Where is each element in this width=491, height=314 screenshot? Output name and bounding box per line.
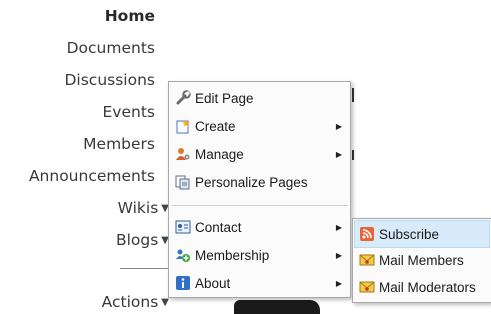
- personalize-icon: [175, 174, 191, 190]
- menu-separator: [171, 205, 348, 206]
- background-edge: [352, 150, 354, 160]
- membership-icon: [175, 247, 191, 263]
- mail-icon: [359, 279, 375, 295]
- mail-icon: [359, 252, 375, 268]
- nav-announcements-label: Announcements: [28, 167, 155, 185]
- new-page-icon: [175, 118, 191, 134]
- info-icon: [175, 275, 191, 291]
- nav-announcements[interactable]: Announcements: [29, 166, 155, 186]
- menu-item-label: Membership: [195, 247, 270, 263]
- menu-item-contact[interactable]: Contact ▶: [171, 214, 348, 240]
- chevron-right-icon: ▶: [335, 278, 342, 288]
- menu-item-label: About: [195, 275, 231, 291]
- submenu-item-mail-members[interactable]: Mail Members: [355, 247, 489, 273]
- menu-item-label: Manage: [195, 146, 244, 162]
- chevron-right-icon: ▶: [335, 149, 342, 159]
- menu-item-personalize-pages[interactable]: Personalize Pages: [171, 169, 348, 195]
- nav-discussions-label: Discussions: [64, 71, 155, 89]
- contact-submenu: Subscribe Mail Members Mail Moderators: [352, 218, 491, 303]
- submenu-item-mail-moderators[interactable]: Mail Moderators: [355, 274, 489, 300]
- menu-item-manage[interactable]: Manage ▶: [171, 141, 348, 167]
- submenu-item-subscribe[interactable]: Subscribe: [354, 220, 490, 248]
- submenu-item-label: Mail Members: [379, 252, 464, 268]
- nav-blogs-label: Blogs: [115, 231, 159, 249]
- menu-item-label: Contact: [195, 219, 242, 235]
- chevron-right-icon: ▶: [335, 121, 342, 131]
- nav-blogs[interactable]: Blogs ▼: [116, 230, 169, 251]
- submenu-item-label: Mail Moderators: [379, 279, 476, 295]
- users-gear-icon: [175, 146, 191, 162]
- menu-item-label: Edit Page: [195, 90, 254, 106]
- nav-actions-label: Actions: [101, 293, 159, 311]
- caret-down-icon: ▼: [161, 297, 169, 308]
- menu-item-create[interactable]: Create ▶: [171, 113, 348, 139]
- nav-home[interactable]: Home: [105, 6, 155, 26]
- nav-home-label: Home: [104, 7, 155, 25]
- nav-events-label: Events: [102, 103, 155, 121]
- submenu-item-label: Subscribe: [379, 226, 440, 242]
- background-edge: [352, 88, 354, 102]
- contact-card-icon: [175, 219, 191, 235]
- chevron-right-icon: ▶: [335, 222, 342, 232]
- menu-item-membership[interactable]: Membership ▶: [171, 242, 348, 268]
- nav-documents-label: Documents: [66, 39, 155, 57]
- menu-item-about[interactable]: About ▶: [171, 270, 348, 296]
- nav-documents[interactable]: Documents: [67, 38, 155, 58]
- nav-wikis-label: Wikis: [117, 199, 159, 217]
- wrench-icon: [175, 90, 191, 106]
- chevron-right-icon: ▶: [335, 250, 342, 260]
- nav-discussions[interactable]: Discussions: [64, 70, 155, 90]
- menu-item-label: Personalize Pages: [195, 174, 308, 190]
- nav-events[interactable]: Events: [103, 102, 155, 122]
- nav-actions[interactable]: Actions ▼: [102, 292, 169, 313]
- rss-icon: [359, 226, 375, 242]
- actions-menu: Edit Page Create ▶ Manage ▶ Personalize …: [168, 81, 351, 298]
- nav-members[interactable]: Members: [83, 134, 155, 154]
- nav-members-label: Members: [83, 135, 155, 153]
- menu-item-edit-page[interactable]: Edit Page: [171, 85, 348, 111]
- menu-item-label: Create: [195, 118, 236, 134]
- nav-wikis[interactable]: Wikis ▼: [118, 198, 169, 219]
